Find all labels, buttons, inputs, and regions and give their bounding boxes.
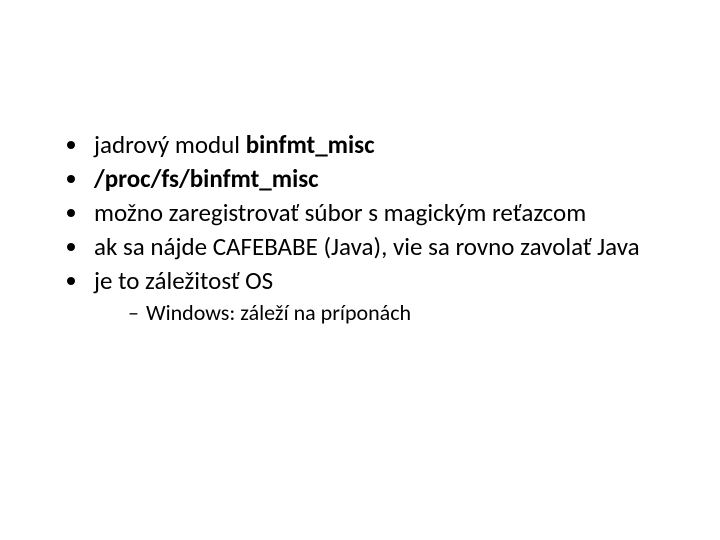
sub-bullet-list: Windows: záleží na príponách	[94, 300, 660, 326]
bullet-text: Windows: záleží na príponách	[146, 299, 411, 326]
slide: jadrový modul binfmt_misc /proc/fs/binfm…	[0, 0, 720, 540]
list-item: Windows: záleží na príponách	[128, 300, 660, 326]
bullet-text: jadrový modul	[94, 129, 246, 160]
bullet-text-bold: binfmt_misc	[246, 129, 375, 160]
list-item: ak sa nájde CAFEBABE (Java), vie sa rovn…	[90, 232, 660, 262]
list-item: je to záležitosť OS Windows: záleží na p…	[90, 266, 660, 326]
bullet-text: je to záležitosť OS	[94, 265, 273, 296]
list-item: jadrový modul binfmt_misc	[90, 130, 660, 160]
list-item: možno zaregistrovať súbor s magickým reť…	[90, 198, 660, 228]
bullet-list: jadrový modul binfmt_misc /proc/fs/binfm…	[60, 130, 660, 326]
bullet-text: možno zaregistrovať súbor s magickým reť…	[94, 197, 586, 228]
bullet-text: ak sa nájde CAFEBABE (Java), vie sa rovn…	[94, 231, 640, 262]
list-item: /proc/fs/binfmt_misc	[90, 164, 660, 194]
bullet-text-bold: /proc/fs/binfmt_misc	[94, 163, 319, 194]
